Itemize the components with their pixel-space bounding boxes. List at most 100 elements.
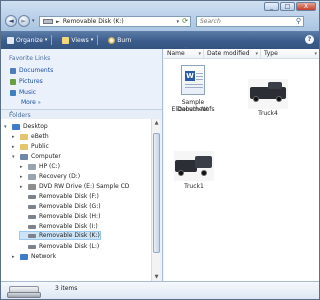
tree-item-removable-f[interactable]: Removable Disk (F:) xyxy=(20,192,99,201)
tree-item-network[interactable]: ▸ Network xyxy=(12,252,56,261)
folders-header[interactable]: Folders ^ xyxy=(1,109,162,119)
organize-button[interactable]: Organize ▾ xyxy=(7,35,53,45)
column-name[interactable]: ^ Name ▾ xyxy=(164,47,204,59)
expand-toggle-icon[interactable]: ▸ xyxy=(20,164,25,170)
toolbar-separator xyxy=(97,35,99,45)
removable-disk-icon xyxy=(28,244,36,249)
column-label: Name xyxy=(167,50,185,57)
file-name-line2: Elizabeth Nofs xyxy=(171,106,215,113)
dvd-drive-icon xyxy=(28,183,36,190)
organize-label: Organize xyxy=(16,36,43,44)
hard-disk-icon xyxy=(28,173,36,180)
tree-item-desktop[interactable]: ▾ Desktop xyxy=(4,122,48,131)
file-item-truck1[interactable]: Truck1 xyxy=(170,151,218,201)
tree-item-recovery-d[interactable]: ▸ Recovery (D:) xyxy=(20,172,80,181)
file-list-pane: ^ Name ▾ Date modified ▾ Type ▾ W Sample… xyxy=(164,47,319,281)
chevron-down-icon[interactable]: ▾ xyxy=(255,49,258,59)
truck-photo-icon xyxy=(174,151,214,181)
address-dropdown-icon[interactable]: ▾ xyxy=(176,19,179,25)
chevron-down-icon[interactable]: ▾ xyxy=(198,49,201,59)
status-bar: 3 items xyxy=(1,281,319,299)
expand-toggle-icon[interactable]: ▸ xyxy=(12,254,17,260)
scrollbar-thumb[interactable] xyxy=(153,133,160,253)
tree-item-label: Public xyxy=(31,143,49,150)
burn-label: Burn xyxy=(117,36,132,44)
tree-item-label: DVD RW Drive (E:) Sample CD xyxy=(39,183,130,190)
address-bar[interactable]: ► Removable Disk (K:) ▾ ⟳ xyxy=(39,16,191,27)
expand-toggle-icon[interactable]: ▸ xyxy=(20,184,25,190)
burn-button[interactable]: Burn xyxy=(108,36,132,44)
tree-item-computer[interactable]: ▾ Computer xyxy=(12,152,61,161)
file-item-sample-document[interactable]: W Sample Document Elizabeth Nofs xyxy=(167,65,219,129)
public-folder-icon xyxy=(20,143,28,150)
column-date-modified[interactable]: Date modified ▾ xyxy=(204,49,261,59)
tree-item-label: Desktop xyxy=(23,123,48,130)
chevron-down-icon: ▾ xyxy=(44,37,48,43)
chevron-down-icon[interactable]: ▾ xyxy=(314,49,317,59)
recent-pages-dropdown-icon[interactable]: ▾ xyxy=(32,18,35,24)
close-button[interactable]: X xyxy=(296,2,316,11)
tree-scrollbar[interactable]: ▲ ▼ xyxy=(151,119,160,281)
breadcrumb-separator-icon[interactable]: ► xyxy=(56,19,60,25)
column-label: Date modified xyxy=(207,50,250,57)
column-type[interactable]: Type ▾ xyxy=(261,49,319,59)
tree-item-label: HP (C:) xyxy=(39,163,60,170)
more-links-button[interactable]: More » xyxy=(21,99,41,106)
sort-indicator-icon: ^ xyxy=(184,47,189,53)
refresh-icon[interactable]: ⟳ xyxy=(182,17,188,26)
tree-item-removable-g[interactable]: Removable Disk (G:) xyxy=(20,202,101,211)
tree-item-ebeth[interactable]: ▸ eBeth xyxy=(12,132,49,141)
text-line xyxy=(196,73,203,74)
minimize-button[interactable]: _ xyxy=(264,2,279,11)
back-button[interactable]: ◄ xyxy=(5,15,17,27)
expand-toggle-icon[interactable]: ▸ xyxy=(12,134,17,140)
expand-toggle-icon[interactable]: ▸ xyxy=(20,174,25,180)
drive-base-shape xyxy=(7,292,41,298)
tree-item-label: Removable Disk (G:) xyxy=(39,203,101,210)
favorite-link-label: Music xyxy=(19,89,37,96)
help-icon[interactable]: ? xyxy=(305,35,314,44)
text-line xyxy=(185,84,203,85)
tree-item-label: Removable Disk (F:) xyxy=(39,193,99,200)
truck-wheel-shape xyxy=(253,96,259,102)
removable-disk-icon xyxy=(43,19,53,24)
forward-button[interactable]: ► xyxy=(18,15,30,27)
expand-toggle-icon[interactable]: ▸ xyxy=(12,144,17,150)
collapse-caret-icon[interactable]: ^ xyxy=(9,111,154,118)
tree-item-removable-i[interactable]: Removable Disk (I:) xyxy=(20,222,98,231)
truck-wheel-shape xyxy=(201,170,207,176)
address-path[interactable]: Removable Disk (K:) xyxy=(63,18,124,25)
desktop-icon xyxy=(12,123,20,130)
tree-item-removable-h[interactable]: Removable Disk (H:) xyxy=(20,212,100,221)
expand-toggle-icon[interactable]: ▾ xyxy=(12,154,17,160)
tree-item-removable-l[interactable]: Removable Disk (L:) xyxy=(20,242,99,251)
truck-cab-shape xyxy=(195,156,212,168)
navigation-buttons: ◄ ► ▾ xyxy=(5,15,35,27)
favorite-link-music[interactable]: Music xyxy=(10,89,36,96)
removable-disk-icon xyxy=(7,286,41,298)
expand-toggle-icon[interactable]: ▾ xyxy=(4,124,9,130)
scroll-down-icon[interactable]: ▼ xyxy=(152,273,161,281)
file-item-truck4[interactable]: Truck4 xyxy=(244,75,292,125)
truck-cab-shape xyxy=(268,82,282,89)
maximize-button[interactable]: □ xyxy=(280,2,295,11)
favorite-link-pictures[interactable]: Pictures xyxy=(10,78,43,85)
search-input[interactable] xyxy=(200,17,290,26)
search-icon[interactable]: ⚲ xyxy=(296,17,301,26)
search-box[interactable]: ⚲ xyxy=(196,16,304,27)
window-buttons: _ □ X xyxy=(264,2,316,12)
column-header: ^ Name ▾ Date modified ▾ Type ▾ xyxy=(164,47,319,59)
text-line xyxy=(196,79,203,80)
tree-item-hp-c[interactable]: ▸ HP (C:) xyxy=(20,162,60,171)
views-button[interactable]: Views ▾ xyxy=(62,35,99,45)
computer-icon xyxy=(20,153,28,160)
views-label: Views xyxy=(71,36,89,44)
favorite-link-documents[interactable]: Documents xyxy=(10,67,53,74)
tree-item-public[interactable]: ▸ Public xyxy=(12,142,49,151)
tree-item-dvd-e[interactable]: ▸ DVD RW Drive (E:) Sample CD xyxy=(20,182,129,191)
network-icon xyxy=(20,253,28,260)
scroll-up-icon[interactable]: ▲ xyxy=(152,119,161,127)
favorite-link-label: Documents xyxy=(19,67,54,74)
tree-item-removable-k[interactable]: Removable Disk (K:) xyxy=(19,231,101,240)
views-icon xyxy=(62,36,70,44)
